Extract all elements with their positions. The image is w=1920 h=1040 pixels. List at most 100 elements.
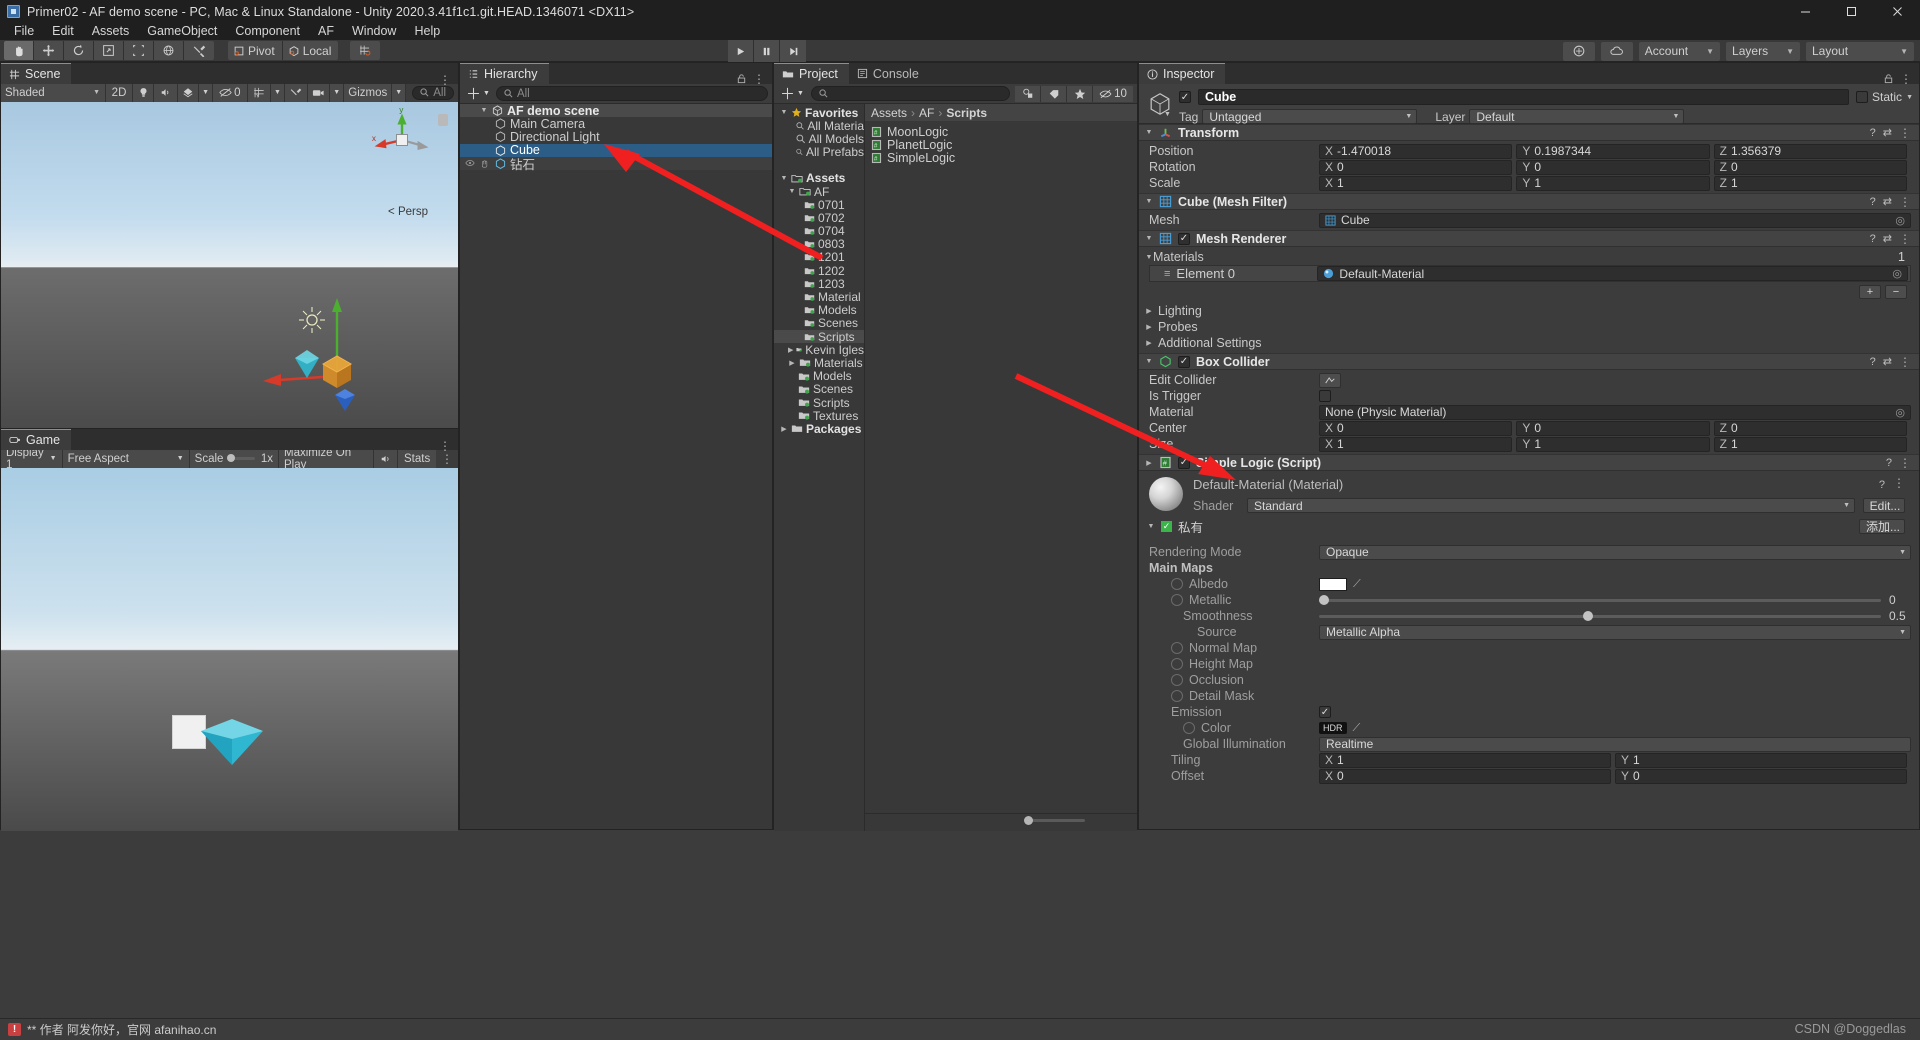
object-active-checkbox[interactable]: ✓ [1179, 91, 1191, 103]
project-tree-1202[interactable]: 1202 [774, 264, 864, 278]
scene-fx-icon[interactable] [177, 83, 200, 102]
material-options-icon[interactable]: ⋮ [1893, 477, 1905, 491]
project-tree-textures[interactable]: Textures [774, 409, 864, 423]
probes-foldout[interactable]: ▶ Probes [1139, 319, 1919, 335]
scale-slider[interactable]: Scale 1x [189, 449, 280, 468]
rendering-mode-dropdown[interactable]: Opaque ▼ [1319, 544, 1911, 560]
lock-icon[interactable] [736, 73, 747, 84]
scale-x-field[interactable]: X1 [1319, 175, 1513, 191]
hierarchy-row-gem[interactable]: 钻石 [460, 156, 772, 172]
chevron-down-icon[interactable]: ▼ [1145, 198, 1153, 205]
tiling-x-field[interactable]: X1 [1319, 752, 1611, 768]
chevron-right-icon[interactable]: ▶ [1145, 459, 1153, 467]
layout-dropdown[interactable]: Layout ▼ [1806, 41, 1914, 61]
help-icon[interactable]: ? [1870, 127, 1876, 139]
scene-grid-dropdown[interactable]: ▼ [270, 83, 285, 102]
hierarchy-row-cube[interactable]: Cube [460, 143, 772, 157]
project-tree-models[interactable]: Models [774, 369, 864, 383]
project-item-simplelogic[interactable]: # SimpleLogic [871, 151, 1137, 165]
display-dropdown[interactable]: Display 1 ▼ [1, 447, 63, 471]
menu-assets[interactable]: Assets [83, 23, 139, 40]
help-icon[interactable]: ? [1870, 233, 1876, 245]
rotation-z-field[interactable]: Z0 [1713, 159, 1907, 175]
occlusion-toggle[interactable] [1171, 674, 1183, 686]
chevron-right-icon[interactable]: ▶ [788, 359, 796, 367]
maximize-on-play-button[interactable]: Maximize On Play [279, 447, 375, 471]
hierarchy-row-main-camera[interactable]: Main Camera [460, 117, 772, 131]
chevron-right-icon[interactable]: ▶ [780, 425, 788, 433]
project-tree-0803[interactable]: 0803 [774, 237, 864, 251]
size-y-field[interactable]: Y1 [1516, 436, 1710, 452]
albedo-toggle[interactable] [1171, 578, 1183, 590]
element-material-field[interactable]: Default-Material ◎ [1317, 266, 1908, 281]
chevron-down-icon[interactable]: ▼ [788, 188, 796, 195]
position-z-field[interactable]: Z 1.356379 [1713, 143, 1907, 159]
scene-camera-icon[interactable] [308, 83, 331, 102]
scene-tools-icon[interactable] [284, 83, 309, 102]
hand-tool-button[interactable] [4, 41, 34, 60]
remove-material-button[interactable]: − [1885, 285, 1907, 299]
lighting-foldout[interactable]: ▶ Lighting [1139, 303, 1919, 319]
breadcrumb-scripts[interactable]: Scripts [946, 106, 987, 120]
scale-y-field[interactable]: Y1 [1516, 175, 1710, 191]
offset-y-field[interactable]: Y0 [1615, 768, 1907, 784]
project-tree-all-prefabs[interactable]: All Prefabs [774, 145, 864, 159]
hand-picker-icon[interactable] [479, 159, 489, 168]
rotate-tool-button[interactable] [64, 41, 94, 60]
account-dropdown[interactable]: Account ▼ [1638, 41, 1721, 61]
private-checkbox[interactable]: ✓ [1161, 521, 1172, 532]
object-picker-icon[interactable]: ◎ [1892, 267, 1902, 280]
help-icon[interactable]: ? [1870, 196, 1876, 208]
component-header-simple-logic[interactable]: ▶ # ✓ Simple Logic (Script) ? ⋮ [1139, 454, 1919, 471]
is-trigger-checkbox[interactable] [1319, 390, 1331, 402]
chevron-right-icon[interactable]: ▶ [1145, 307, 1153, 315]
project-tree-scripts[interactable]: Scripts [774, 396, 864, 410]
chevron-down-icon[interactable]: ▼ [780, 109, 788, 116]
box-collider-enabled-checkbox[interactable]: ✓ [1178, 355, 1190, 368]
game-mute-icon[interactable] [374, 449, 399, 468]
project-tree-0701[interactable]: 0701 [774, 198, 864, 212]
offset-x-field[interactable]: X0 [1319, 768, 1611, 784]
menu-edit[interactable]: Edit [43, 23, 83, 40]
toggle-2d-button[interactable]: 2D [106, 83, 134, 102]
shading-mode-dropdown[interactable]: Shaded ▼ [1, 83, 106, 102]
aspect-dropdown[interactable]: Free Aspect ▼ [62, 449, 190, 468]
object-picker-icon[interactable]: ◎ [1895, 406, 1905, 419]
layers-dropdown[interactable]: Layers ▼ [1726, 41, 1800, 61]
project-item-moonlogic[interactable]: # MoonLogic [871, 125, 1137, 139]
project-tree-assets[interactable]: ▼ Assets [774, 171, 864, 185]
mesh-object-field[interactable]: Cube ◎ [1319, 212, 1911, 228]
project-tree-models-af[interactable]: Models [774, 303, 864, 317]
chevron-down-icon[interactable]: ▼ [1145, 358, 1153, 365]
chevron-down-icon[interactable]: ▼ [1145, 235, 1153, 242]
project-tree-scenes-af[interactable]: Scenes [774, 316, 864, 330]
normal-map-toggle[interactable] [1171, 642, 1183, 654]
static-toggle[interactable]: Static ▼ [1856, 90, 1913, 104]
size-x-field[interactable]: X1 [1319, 436, 1513, 452]
game-canvas[interactable] [1, 468, 458, 831]
emission-color-toggle[interactable] [1183, 722, 1195, 734]
hierarchy-row-scene[interactable]: ▼ AF demo scene [460, 104, 772, 118]
tab-inspector[interactable]: Inspector [1139, 63, 1226, 84]
collab-icon[interactable] [1562, 41, 1595, 61]
position-y-field[interactable]: Y 0.1987344 [1516, 143, 1710, 159]
scene-axis-gizmo[interactable]: y x [370, 108, 434, 172]
component-options-icon[interactable]: ⋮ [1899, 356, 1911, 368]
project-tree-kevin-igles[interactable]: ▶ Kevin Igles [774, 343, 864, 357]
material-element-row[interactable]: ≡ Element 0 Default-Material ◎ [1149, 265, 1911, 282]
scale-z-field[interactable]: Z1 [1713, 175, 1907, 191]
project-zoom-slider[interactable] [1024, 816, 1085, 825]
static-checkbox[interactable] [1856, 91, 1869, 103]
chevron-down-icon[interactable]: ▼ [1906, 94, 1913, 101]
scene-options-icon[interactable]: ⋮ [439, 74, 451, 86]
project-tree-all-materials[interactable]: All Materia [774, 119, 864, 133]
scene-camera-dropdown[interactable]: ▼ [330, 83, 345, 102]
height-map-toggle[interactable] [1171, 658, 1183, 670]
rotation-y-field[interactable]: Y0 [1516, 159, 1710, 175]
close-button[interactable] [1874, 0, 1920, 23]
project-search-input[interactable] [810, 86, 1010, 101]
project-tree-scenes[interactable]: Scenes [774, 382, 864, 396]
game-view-options-icon[interactable]: ⋮ [441, 453, 453, 465]
play-button[interactable] [728, 40, 754, 62]
component-options-icon[interactable]: ⋮ [1899, 233, 1911, 245]
